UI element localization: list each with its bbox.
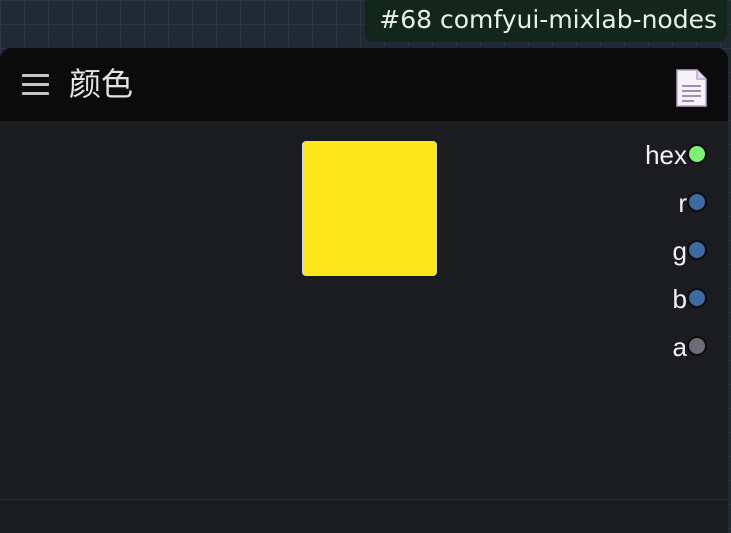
node-id-badge-text: #68 comfyui-mixlab-nodes <box>379 5 717 34</box>
menu-icon[interactable] <box>22 74 50 96</box>
node-header[interactable]: 颜色 <box>0 48 728 121</box>
node-footer-divider <box>0 499 728 500</box>
output-slot-b[interactable]: b <box>568 275 728 323</box>
output-slot-hex[interactable]: hex <box>568 131 728 179</box>
output-label-hex: hex <box>645 140 687 170</box>
output-port-a[interactable] <box>687 336 707 356</box>
output-port-hex[interactable] <box>687 144 707 164</box>
output-label-r: r <box>678 188 687 218</box>
node-id-badge: #68 comfyui-mixlab-nodes <box>365 0 727 42</box>
output-port-r[interactable] <box>687 192 707 212</box>
output-slot-r[interactable]: r <box>568 179 728 227</box>
output-slots: hex r g b a <box>568 131 728 371</box>
output-slot-a[interactable]: a <box>568 323 728 371</box>
color-node[interactable]: 颜色 hex r g b a <box>0 48 728 533</box>
output-label-a: a <box>672 332 687 362</box>
output-port-b[interactable] <box>687 288 707 308</box>
document-icon[interactable] <box>674 68 708 108</box>
output-slot-g[interactable]: g <box>568 227 728 275</box>
output-label-b: b <box>672 284 687 314</box>
node-title: 颜色 <box>69 65 134 103</box>
output-label-g: g <box>672 236 687 266</box>
output-port-g[interactable] <box>687 240 707 260</box>
color-preview-swatch[interactable] <box>302 141 437 276</box>
